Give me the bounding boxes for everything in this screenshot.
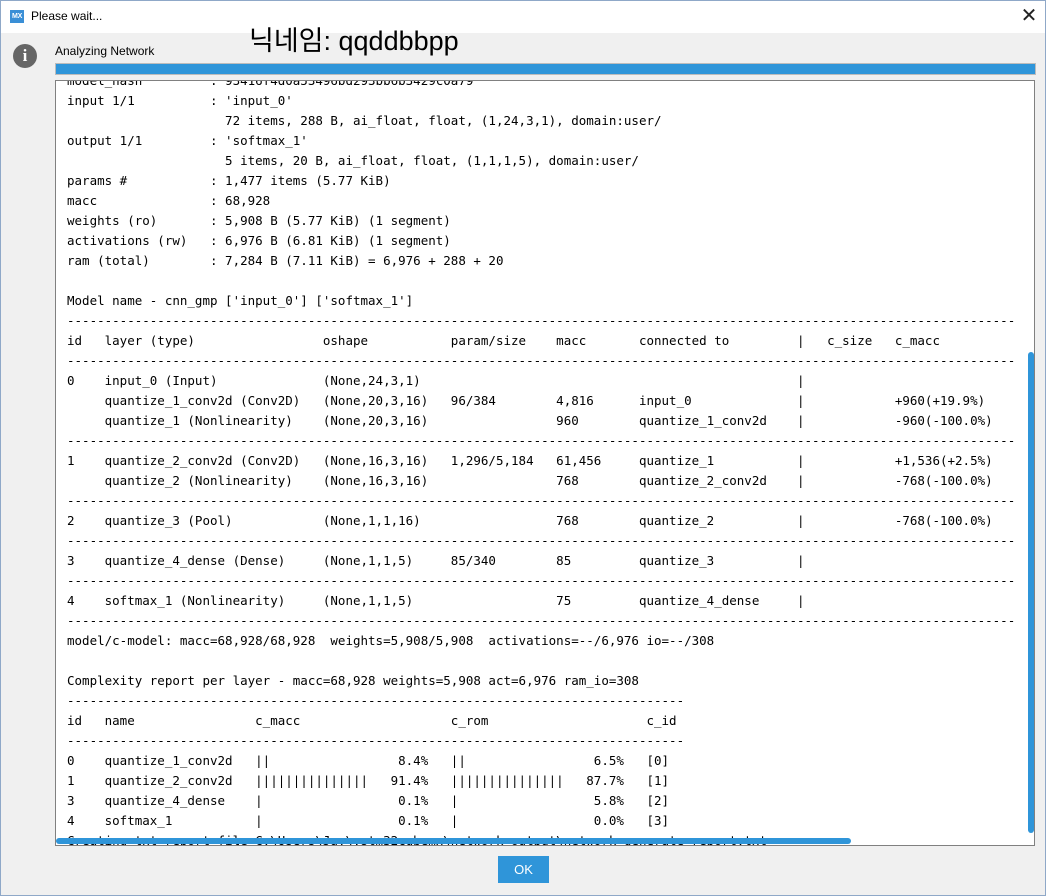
- progress-bar: [55, 63, 1036, 75]
- log-line: 0 input_0 (Input) (None,24,3,1) |: [67, 373, 805, 388]
- status-text: Analyzing Network: [55, 44, 155, 58]
- ok-button[interactable]: OK: [498, 856, 549, 883]
- log-line: 3 quantize_4_dense | 0.1% | 5.8% [2]: [67, 793, 670, 808]
- log-line: 2 quantize_3 (Pool) (None,1,1,16) 768 qu…: [67, 513, 993, 528]
- log-line: 0 quantize_1_conv2d || 8.4% || 6.5% [0]: [67, 753, 670, 768]
- log-line: ----------------------------------------…: [67, 613, 1016, 628]
- log-line: ----------------------------------------…: [67, 693, 685, 708]
- log-line: activations (rw) : 6,976 B (6.81 KiB) (1…: [67, 233, 451, 248]
- log-line: ----------------------------------------…: [67, 353, 1016, 368]
- log-line: ----------------------------------------…: [67, 733, 685, 748]
- log-text: model_hash : 93416f4d0a53496bd293bb6b342…: [67, 80, 1016, 845]
- overlay-text: 닉네임: qqddbbpp: [249, 26, 459, 56]
- window-title: Please wait...: [31, 9, 103, 23]
- log-line: Model name - cnn_gmp ['input_0'] ['softm…: [67, 293, 414, 308]
- log-line: 4 softmax_1 (Nonlinearity) (None,1,1,5) …: [67, 593, 805, 608]
- log-line: model_hash : 93416f4d0a53496bd293bb6b342…: [67, 80, 474, 88]
- log-line: input 1/1 : 'input_0': [67, 93, 293, 108]
- close-icon[interactable]: ✕: [1013, 1, 1045, 31]
- horizontal-scrollbar[interactable]: [56, 837, 1026, 845]
- log-output[interactable]: model_hash : 93416f4d0a53496bd293bb6b342…: [55, 80, 1035, 846]
- log-line: weights (ro) : 5,908 B (5.77 KiB) (1 seg…: [67, 213, 451, 228]
- log-line: 72 items, 288 B, ai_float, float, (1,24,…: [67, 113, 662, 128]
- log-line: output 1/1 : 'softmax_1': [67, 133, 308, 148]
- title-bar: MX Please wait... ✕: [1, 1, 1045, 33]
- vertical-scroll-thumb[interactable]: [1028, 351, 1034, 833]
- log-line: Complexity report per layer - macc=68,92…: [67, 673, 639, 688]
- log-line: 1 quantize_2_conv2d (Conv2D) (None,16,3,…: [67, 453, 993, 468]
- wait-dialog: MX Please wait... ✕ i Analyzing Network …: [0, 0, 1046, 896]
- info-icon: i: [13, 44, 37, 68]
- progress-fill: [56, 64, 1035, 74]
- vertical-scrollbar[interactable]: [1027, 81, 1034, 833]
- log-line: ----------------------------------------…: [67, 433, 1016, 448]
- log-line: ram (total) : 7,284 B (7.11 KiB) = 6,976…: [67, 253, 504, 268]
- log-line: quantize_1_conv2d (Conv2D) (None,20,3,16…: [67, 393, 986, 408]
- log-line: 4 softmax_1 | 0.1% | 0.0% [3]: [67, 813, 670, 828]
- app-icon: MX: [10, 10, 24, 23]
- log-line: ----------------------------------------…: [67, 533, 1016, 548]
- log-line: ----------------------------------------…: [67, 573, 1016, 588]
- log-line: id name c_macc c_rom c_id: [67, 713, 677, 728]
- log-line: ----------------------------------------…: [67, 493, 1016, 508]
- log-line: 1 quantize_2_conv2d ||||||||||||||| 91.4…: [67, 773, 670, 788]
- log-line: 3 quantize_4_dense (Dense) (None,1,1,5) …: [67, 553, 805, 568]
- log-line: 5 items, 20 B, ai_float, float, (1,1,1,5…: [67, 153, 639, 168]
- log-line: id layer (type) oshape param/size macc c…: [67, 333, 940, 348]
- log-line: params # : 1,477 items (5.77 KiB): [67, 173, 391, 188]
- log-line: quantize_1 (Nonlinearity) (None,20,3,16)…: [67, 413, 993, 428]
- log-line: model/c-model: macc=68,928/68,928 weight…: [67, 633, 715, 648]
- log-line: macc : 68,928: [67, 193, 271, 208]
- log-line: quantize_2 (Nonlinearity) (None,16,3,16)…: [67, 473, 993, 488]
- horizontal-scroll-thumb[interactable]: [56, 838, 852, 844]
- log-line: ----------------------------------------…: [67, 313, 1016, 328]
